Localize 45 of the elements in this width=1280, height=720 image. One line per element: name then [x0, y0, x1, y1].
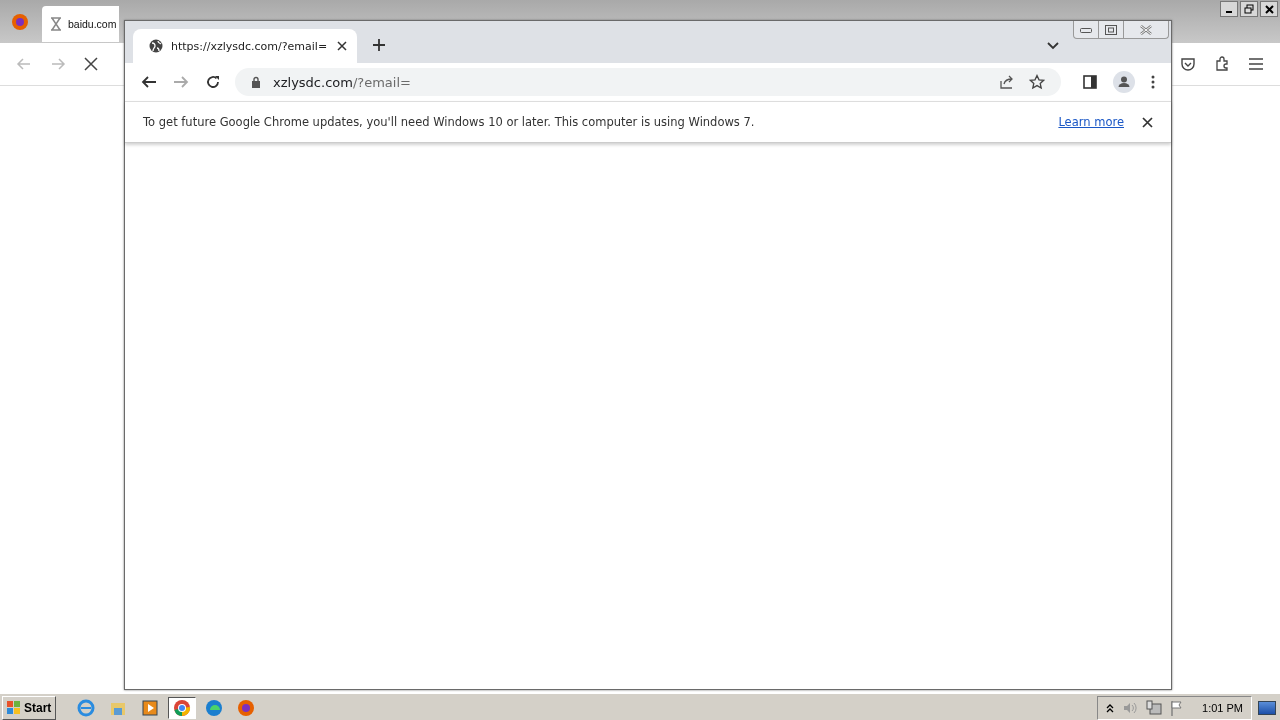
start-button[interactable]: Start: [2, 696, 57, 720]
lock-icon: [251, 76, 261, 88]
firefox-icon: [237, 699, 256, 717]
update-message: To get future Google Chrome updates, you'll need Windows 10 or later. This computer is using Windows 7.: [143, 115, 755, 129]
close-icon: [1140, 24, 1152, 35]
chevron-down-icon[interactable]: [1047, 42, 1059, 50]
clock[interactable]: 1:01 PM: [1202, 702, 1243, 714]
restore-button[interactable]: [1240, 1, 1258, 17]
address-bar[interactable]: xzlysdc.com/?email=: [235, 68, 1061, 96]
windows-logo-icon: [7, 701, 21, 715]
restore-icon: [1244, 4, 1254, 14]
hourglass-icon: [50, 16, 62, 31]
firefox-icon[interactable]: [10, 11, 30, 32]
close-icon[interactable]: [1142, 116, 1153, 128]
flag-icon[interactable]: [1170, 700, 1185, 716]
puzzle-icon[interactable]: [1214, 56, 1230, 72]
share-icon[interactable]: [999, 74, 1015, 90]
close-icon[interactable]: [337, 41, 347, 51]
close-button[interactable]: [1260, 1, 1278, 17]
back-icon[interactable]: [141, 74, 157, 90]
browser-tab[interactable]: https://xzlysdc.com/?email=: [133, 29, 357, 63]
browser-tab[interactable]: baidu.com: [42, 5, 119, 42]
edge-icon: [205, 699, 224, 717]
network-icon[interactable]: [1146, 700, 1163, 716]
profile-icon[interactable]: [1113, 71, 1135, 93]
chevron-up-icon[interactable]: [1106, 703, 1115, 713]
maximize-icon: [1105, 24, 1117, 35]
side-panel-icon[interactable]: [1083, 75, 1097, 89]
media-player-icon: [141, 699, 160, 717]
pocket-icon[interactable]: [1180, 56, 1196, 72]
ie-icon: [77, 699, 96, 717]
star-icon[interactable]: [1029, 74, 1045, 90]
more-icon[interactable]: [1151, 75, 1155, 89]
new-tab-icon[interactable]: [372, 38, 386, 52]
taskbar-button[interactable]: [168, 697, 197, 719]
menu-icon[interactable]: [1248, 57, 1264, 71]
minimize-button[interactable]: [1220, 1, 1238, 17]
reload-icon[interactable]: [205, 74, 221, 90]
stop-icon[interactable]: [84, 57, 98, 71]
chrome-icon: [173, 699, 192, 717]
minimize-icon: [1080, 26, 1092, 33]
globe-icon: [149, 39, 163, 53]
show-desktop-button[interactable]: [1258, 701, 1276, 715]
close-icon: [1264, 4, 1274, 14]
learn-more-link[interactable]: Learn more: [1058, 115, 1124, 129]
